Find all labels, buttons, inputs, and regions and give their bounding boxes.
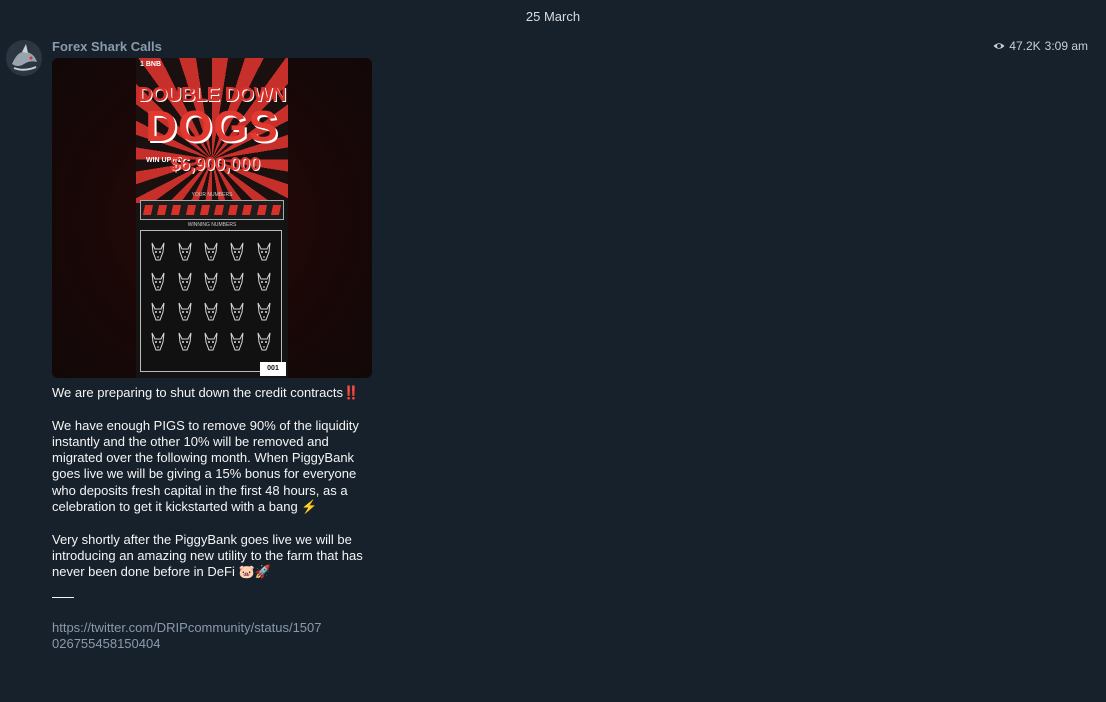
channel-name[interactable]: Forex Shark Calls	[52, 39, 162, 54]
ticket-serial: 001	[260, 362, 286, 376]
your-numbers-label: YOUR NUMBERS	[191, 192, 233, 198]
ticket-header: 1 BNB DOUBLE DOWN DOGS WIN UP TO $6,900,…	[136, 58, 288, 203]
dog-head-icon	[198, 267, 224, 297]
dog-head-icon	[171, 327, 197, 357]
ticket-price: 1 BNB	[140, 61, 162, 68]
dog-head-icon	[198, 297, 224, 327]
dog-head-icon	[198, 237, 224, 267]
message-text: We are preparing to shut down the credit…	[52, 385, 382, 652]
ticket-title-line2: DOGS	[145, 102, 279, 151]
winning-numbers-grid	[140, 230, 282, 372]
dog-head-icon	[224, 237, 250, 267]
dog-head-icon	[171, 237, 197, 267]
twitter-link[interactable]: https://twitter.com/DRIPcommunity/status…	[52, 620, 322, 653]
dog-head-icon	[145, 237, 171, 267]
message-photo[interactable]: 1 BNB DOUBLE DOWN DOGS WIN UP TO $6,900,…	[52, 58, 372, 378]
dog-head-icon	[224, 327, 250, 357]
dog-head-icon	[145, 327, 171, 357]
shark-avatar-icon	[6, 40, 42, 76]
lottery-ticket-image: 1 BNB DOUBLE DOWN DOGS WIN UP TO $6,900,…	[136, 58, 288, 378]
dog-head-icon	[198, 327, 224, 357]
winning-numbers-label: WINNING NUMBERS	[187, 222, 237, 228]
dog-head-icon	[171, 297, 197, 327]
message-paragraph-1: We are preparing to shut down the credit…	[52, 385, 360, 400]
dog-head-icon	[251, 327, 277, 357]
dog-head-icon	[251, 297, 277, 327]
dog-head-icon	[224, 297, 250, 327]
divider-line	[52, 596, 74, 598]
message-meta: 47.2K 3:09 am	[993, 39, 1088, 53]
message-time: 3:09 am	[1044, 39, 1088, 53]
date-separator: 25 March	[525, 9, 581, 24]
dog-head-icon	[224, 267, 250, 297]
dog-head-icon	[251, 267, 277, 297]
message-paragraph-2: We have enough PIGS to remove 90% of the…	[52, 417, 359, 515]
eye-icon	[993, 40, 1005, 52]
view-count: 47.2K	[1009, 39, 1041, 53]
dog-head-icon	[145, 267, 171, 297]
your-numbers-row	[140, 200, 284, 220]
dog-head-icon	[251, 237, 277, 267]
ticket-prize-amount: $6,900,000	[170, 154, 261, 174]
channel-avatar[interactable]	[6, 40, 42, 76]
dog-head-icon	[145, 297, 171, 327]
dog-head-icon	[171, 267, 197, 297]
message-paragraph-3: Very shortly after the PiggyBank goes li…	[52, 531, 363, 580]
